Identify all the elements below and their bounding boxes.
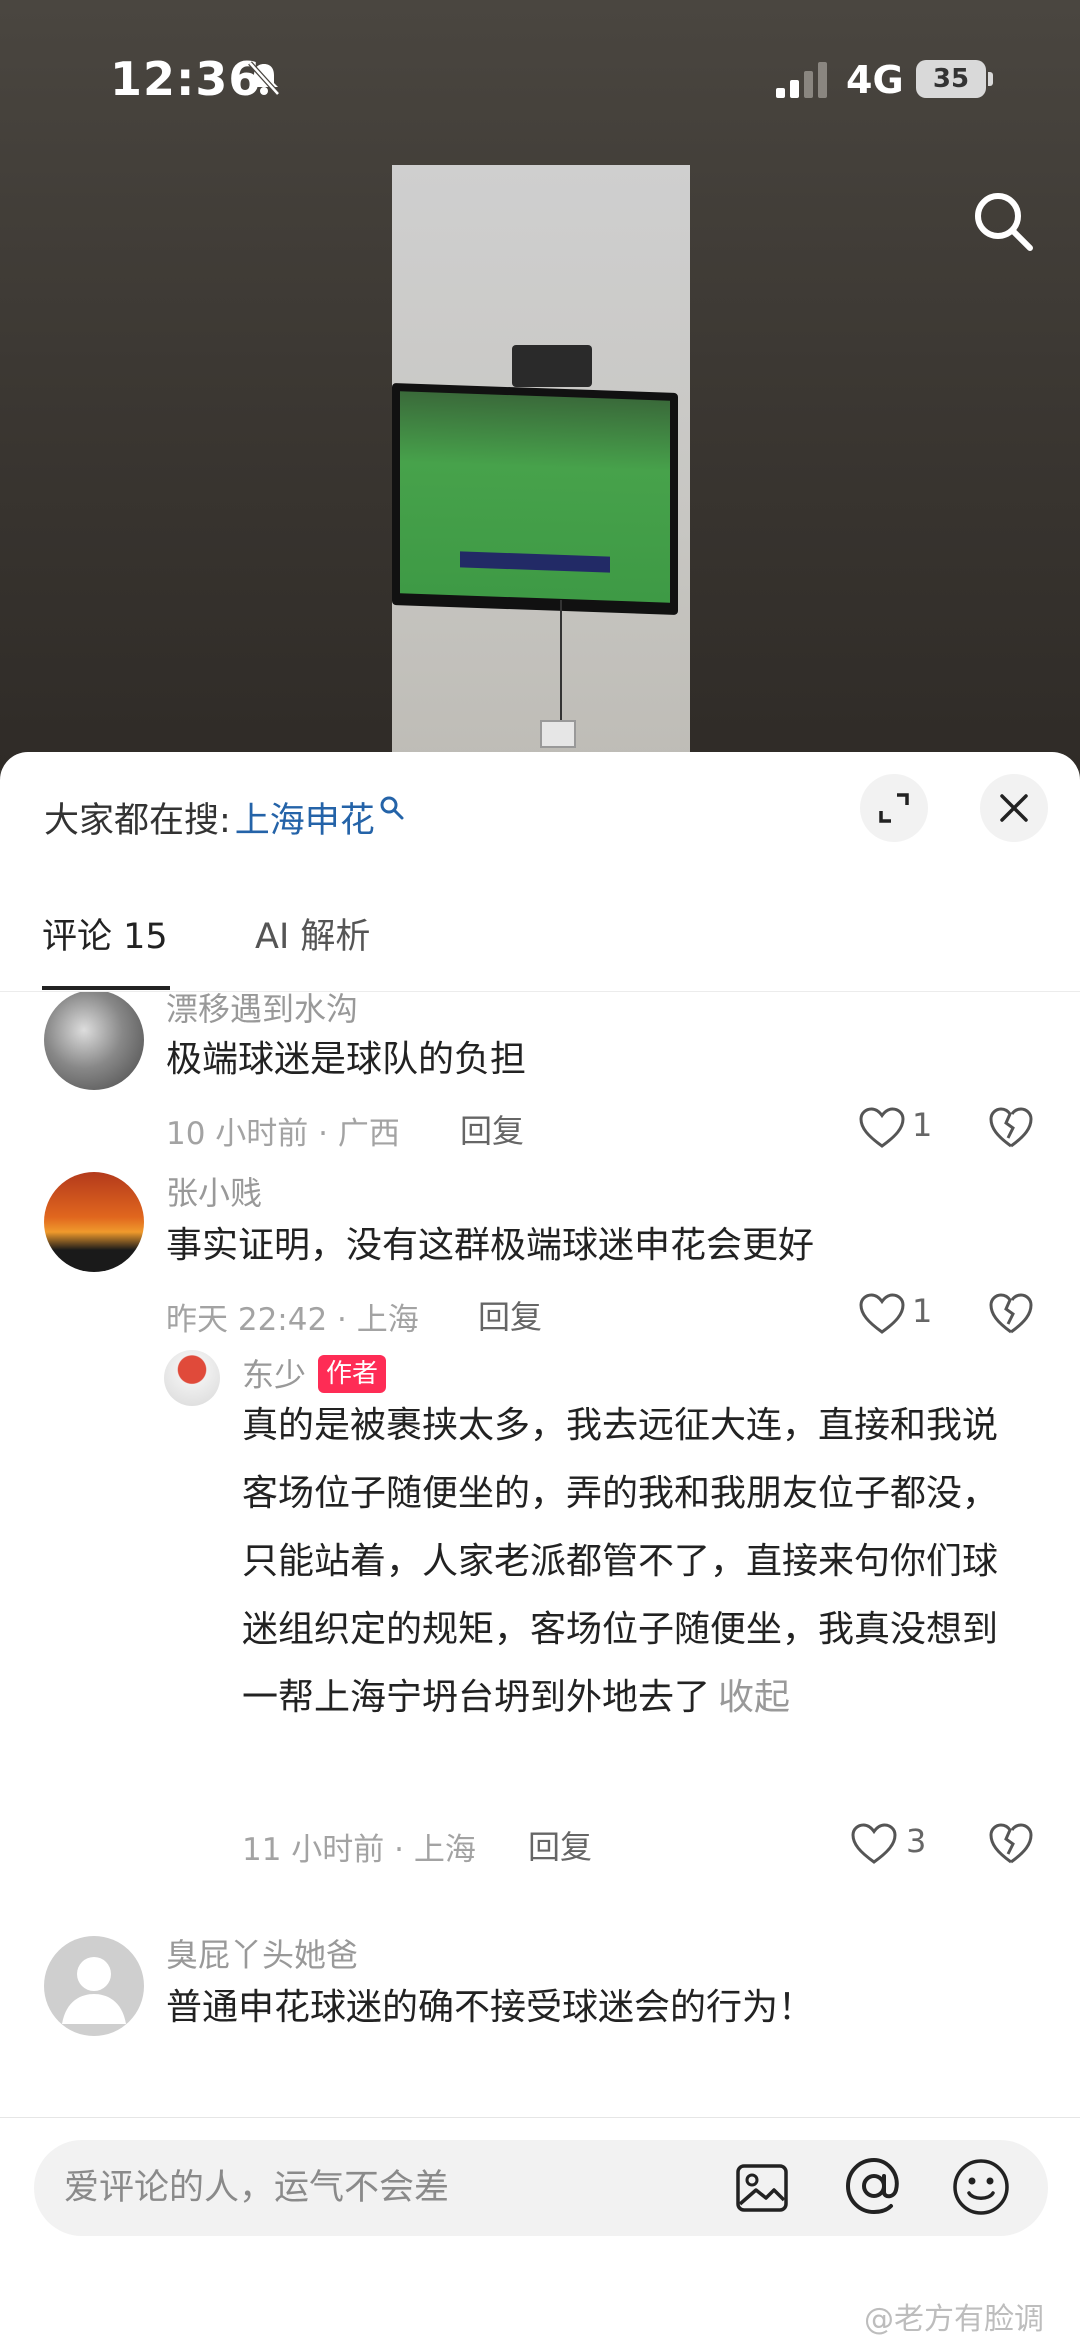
comment-text-block: 真的是被裹挟太多，我去远征大连，直接和我说客场位子随便坐的，弄的我和我朋友位子都…	[242, 1392, 1022, 1732]
close-button[interactable]	[980, 774, 1048, 842]
comment-meta: 昨天 22:42 · 上海	[166, 1302, 419, 1338]
like-count: 1	[912, 1106, 933, 1144]
status-time: 12:36	[110, 52, 262, 106]
tv-scorebar	[460, 551, 610, 573]
comment-text: 真的是被裹挟太多，我去远征大连，直接和我说客场位子随便坐的，弄的我和我朋友位子都…	[242, 1405, 999, 1718]
signal-icon	[776, 62, 827, 98]
comment-list[interactable]: 漂移遇到水沟 极端球迷是球队的负担 10 小时前 · 广西 回复 1 张小贱 事…	[0, 992, 1080, 2117]
author-badge: 作者	[318, 1355, 387, 1393]
comment-text: 事实证明，没有这群极端球迷申花会更好	[166, 1225, 815, 1266]
heart-icon[interactable]	[858, 1106, 906, 1150]
comment-username[interactable]: 臭屁丫头她爸	[166, 1930, 358, 1976]
trending-search[interactable]: 大家都在搜: 上海申花	[44, 792, 405, 842]
tab-bar: 评论 15 AI 解析	[0, 902, 1080, 992]
trending-term-link[interactable]: 上海申花	[235, 792, 375, 843]
broken-heart-icon[interactable]	[988, 1822, 1034, 1866]
reply-button[interactable]: 回复	[528, 1822, 592, 1868]
tab-comments[interactable]: 评论 15	[42, 902, 168, 992]
like-count: 3	[906, 1822, 927, 1860]
comment-text: 普通申花球迷的确不接受球迷会的行为！	[166, 1987, 815, 2028]
comment-text: 极端球迷是球队的负担	[166, 1039, 527, 1080]
tv-frame	[392, 383, 678, 615]
wall-socket	[540, 720, 576, 748]
tv-set-top-box	[512, 345, 592, 387]
avatar[interactable]	[44, 992, 144, 1090]
heart-icon[interactable]	[850, 1822, 898, 1866]
emoji-icon[interactable]	[950, 2156, 1012, 2218]
trending-prefix: 大家都在搜:	[44, 800, 231, 841]
tv-cable	[560, 600, 562, 720]
at-icon[interactable]	[842, 2154, 906, 2218]
weibo-watermark: @老方有脸调	[864, 2302, 1044, 2337]
input-placeholder: 爱评论的人，运气不会差	[64, 2168, 450, 2208]
active-tab-indicator	[42, 986, 170, 990]
broken-heart-icon[interactable]	[988, 1292, 1034, 1336]
comment-username-row: 东少 作者	[242, 1350, 387, 1396]
tv-screen	[400, 391, 670, 603]
collapse-link[interactable]: 收起	[718, 1677, 790, 1718]
expand-icon	[879, 793, 909, 823]
avatar[interactable]	[44, 1172, 144, 1272]
comment-meta: 10 小时前 · 广西	[166, 1116, 400, 1152]
comment-username[interactable]: 东少	[242, 1356, 306, 1394]
comment-username[interactable]: 张小贱	[166, 1168, 262, 1214]
broken-heart-icon[interactable]	[988, 1106, 1034, 1150]
heart-icon[interactable]	[858, 1292, 906, 1336]
image-icon[interactable]	[734, 2160, 790, 2216]
avatar[interactable]	[164, 1350, 220, 1406]
like-count: 1	[912, 1292, 933, 1330]
close-icon	[1000, 794, 1028, 822]
default-avatar-icon	[62, 1957, 126, 2024]
reply-button[interactable]: 回复	[478, 1292, 542, 1338]
expand-button[interactable]	[860, 774, 928, 842]
avatar[interactable]	[44, 1936, 144, 2036]
comment-sheet: 大家都在搜: 上海申花 评论 15 AI 解析 漂移遇到水沟 极端球迷是球队的负…	[0, 752, 1080, 2341]
search-icon[interactable]	[968, 186, 1040, 258]
search-icon	[380, 796, 404, 820]
network-type: 4G	[846, 58, 904, 102]
comment-input[interactable]: 爱评论的人，运气不会差	[34, 2140, 1048, 2236]
reply-button[interactable]: 回复	[460, 1106, 524, 1152]
battery-tip	[988, 72, 993, 86]
comment-meta: 11 小时前 · 上海	[242, 1832, 476, 1868]
battery-indicator: 35	[916, 60, 986, 98]
comment-username[interactable]: 漂移遇到水沟	[166, 992, 358, 1030]
status-bar: 12:36 4G 35	[0, 0, 1080, 160]
mute-bell-icon	[248, 61, 280, 96]
comment-input-bar: 爱评论的人，运气不会差 @老方有脸调	[0, 2117, 1080, 2341]
tab-ai-analysis[interactable]: AI 解析	[255, 902, 370, 992]
